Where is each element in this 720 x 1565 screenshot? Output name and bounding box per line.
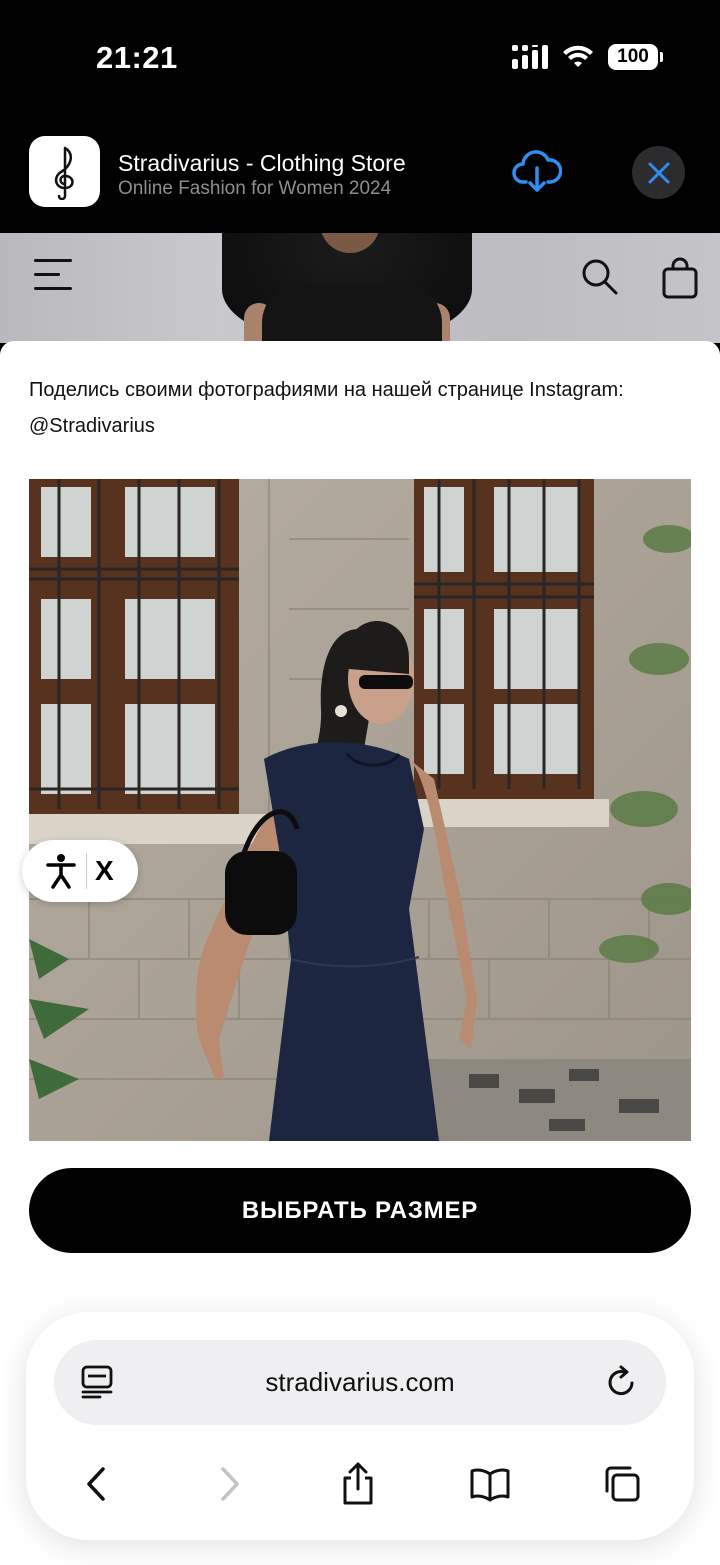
browser-nav-row (26, 1454, 694, 1514)
close-icon (648, 162, 669, 183)
accessibility-close-button[interactable]: X (95, 855, 114, 887)
shopping-bag-icon[interactable] (660, 257, 700, 306)
site-header (0, 233, 720, 343)
address-bar[interactable]: stradivarius.com (54, 1340, 666, 1425)
accessibility-icon[interactable] (46, 853, 76, 889)
accessibility-widget[interactable]: X (22, 840, 138, 902)
instagram-share-text: Поделись своими фотографиями на нашей ст… (29, 379, 624, 437)
browser-toolbar: stradivarius.com (26, 1312, 694, 1540)
search-icon[interactable] (580, 257, 620, 302)
smart-app-banner[interactable]: Stradivarius - Clothing Store Online Fas… (0, 118, 720, 233)
cellular-signal-icon (512, 45, 548, 69)
forward-icon[interactable] (200, 1454, 260, 1514)
bookmarks-icon[interactable] (460, 1454, 520, 1514)
app-subtitle: Online Fashion for Women 2024 (118, 178, 392, 199)
battery-indicator: 100 (608, 44, 663, 70)
tabs-icon[interactable] (592, 1454, 652, 1514)
app-title: Stradivarius - Clothing Store (118, 150, 406, 176)
product-photo (29, 479, 691, 1141)
cloud-download-icon (512, 150, 562, 192)
choose-size-button[interactable]: ВЫБРАТЬ РАЗМЕР (29, 1168, 691, 1253)
close-banner-button[interactable] (632, 146, 685, 199)
app-icon (29, 136, 100, 207)
status-icons: 100 (512, 44, 663, 70)
status-bar: 21:21 100 (0, 0, 720, 118)
wifi-icon (563, 45, 593, 67)
share-icon[interactable] (328, 1454, 388, 1514)
treble-clef-logo-icon (54, 146, 74, 200)
download-app-button[interactable] (510, 148, 564, 196)
status-time: 21:21 (96, 40, 178, 75)
reload-icon[interactable] (604, 1364, 640, 1405)
url-text: stradivarius.com (265, 1367, 455, 1397)
back-icon[interactable] (66, 1454, 126, 1514)
hamburger-icon[interactable] (34, 259, 72, 299)
